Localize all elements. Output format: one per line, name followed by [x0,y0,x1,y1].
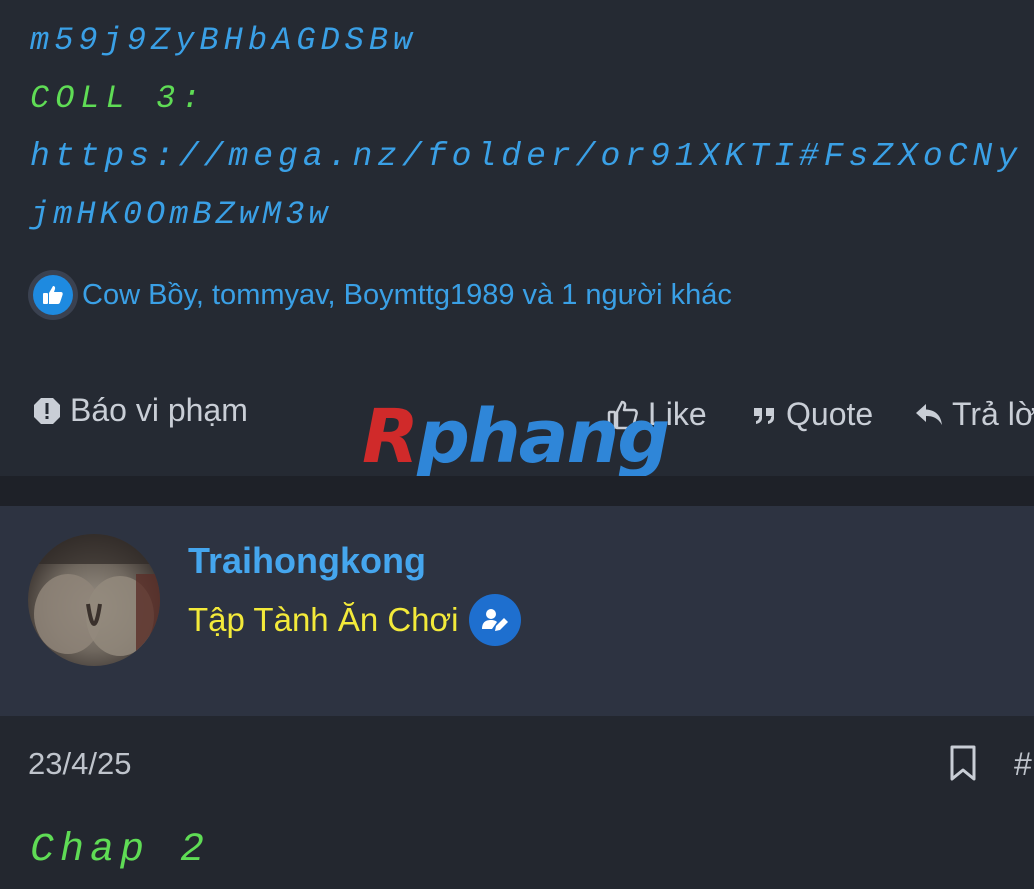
bookmark-icon[interactable] [948,744,978,787]
reply-button[interactable]: Trả lời [914,396,1034,433]
user-edit-badge-icon [468,594,521,646]
post-author-header: Traihongkong Tập Tành Ăn Chơi [0,506,1034,716]
username-link[interactable]: Traihongkong [188,540,426,582]
post-line-cut: · · · · · · · · · · · [30,0,559,15]
user-rank-label: Tập Tành Ăn Chơi [188,601,459,638]
post-link-continuation[interactable]: jmHK0OmBZwM3w [30,196,332,233]
post-body: · · · · · · · · · · · m59j9ZyBHbAGDSBw C… [0,0,1034,476]
watermark-logo: Rphang [362,394,670,480]
reaction-users-text[interactable]: Cow Bồy, tommyav, Boymttg1989 và 1 người… [82,279,732,312]
alert-icon [32,396,62,426]
post-content-heading: Chap 2 [30,828,211,873]
avatar[interactable] [28,534,160,666]
reply-icon [914,401,944,429]
report-button[interactable]: Báo vi phạm [32,392,248,429]
post-date[interactable]: 23/4/25 [28,746,131,782]
post-line-key: m59j9ZyBHbAGDSBw [30,22,418,59]
post-permalink[interactable]: # [1014,746,1032,783]
user-rank: Tập Tành Ăn Chơi [188,594,521,646]
post-2: 23/4/25 # Chap 2 [0,716,1034,889]
reply-label: Trả lời [952,396,1034,432]
post-link[interactable]: https://mega.nz/folder/or91XKTI#FsZXoCNy [30,138,1022,175]
forum-page: · · · · · · · · · · · m59j9ZyBHbAGDSBw C… [0,0,1034,889]
like-reaction-icon [28,270,78,320]
post-separator [0,476,1034,506]
quote-icon [752,404,778,426]
post-line-coll: COLL 3: [30,80,207,117]
report-label: Báo vi phạm [70,392,248,428]
quote-button[interactable]: Quote [752,396,873,433]
quote-label: Quote [786,396,874,432]
reaction-summary[interactable]: Cow Bồy, tommyav, Boymttg1989 và 1 người… [28,270,732,320]
